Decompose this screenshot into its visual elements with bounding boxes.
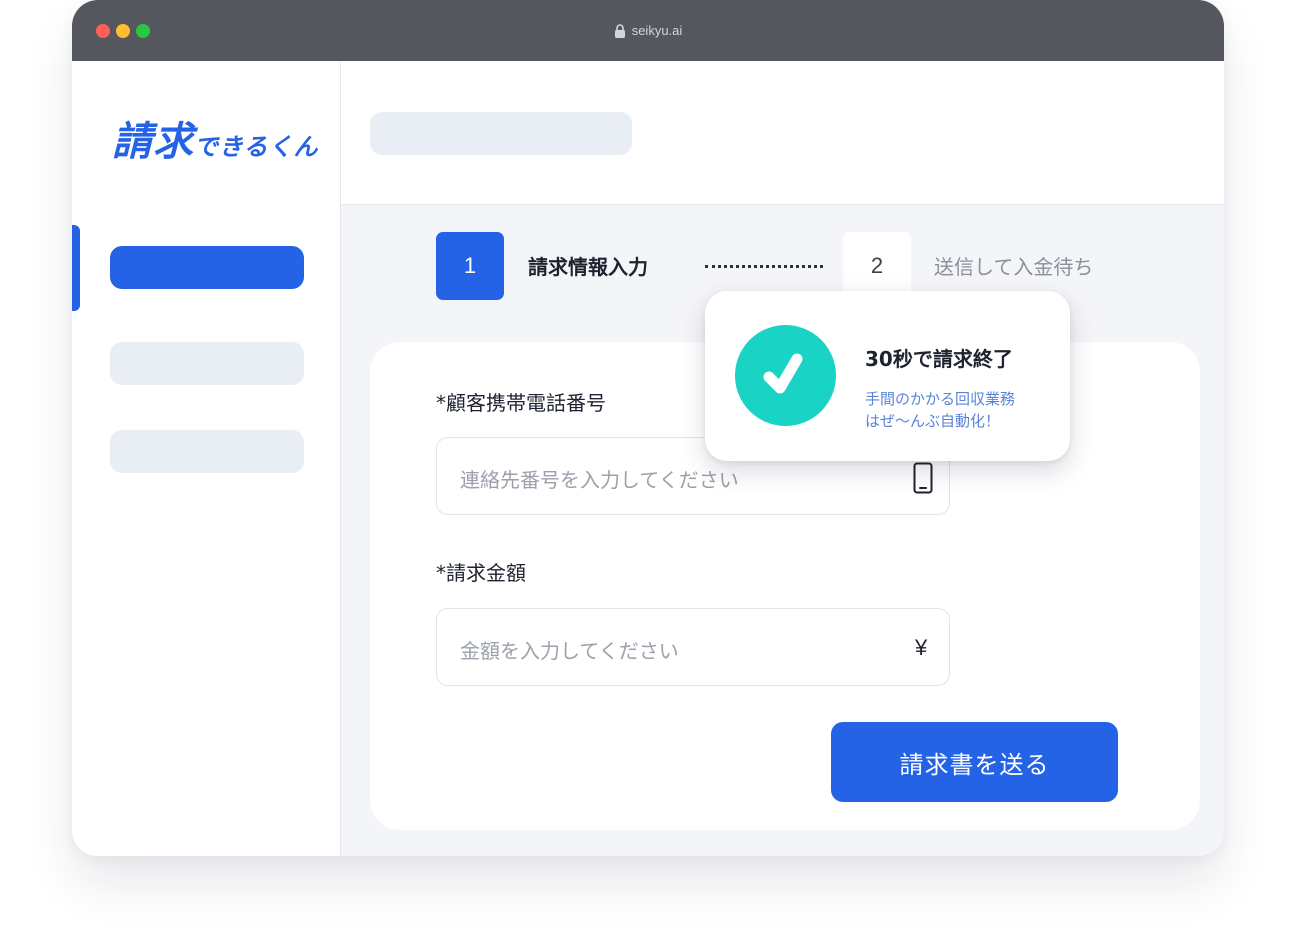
step-2-number: 2: [843, 232, 911, 300]
app-logo[interactable]: 請求できるくん: [112, 109, 319, 167]
step-2-label: 送信して入金待ち: [934, 255, 1094, 279]
amount-field-label: *請求金額: [436, 561, 526, 585]
header-placeholder: [370, 112, 632, 155]
yen-icon: ¥: [915, 635, 928, 660]
top-header: [341, 61, 1224, 205]
sidebar-item-3[interactable]: [110, 430, 304, 473]
active-nav-indicator: [72, 225, 80, 311]
lock-icon: [614, 23, 625, 38]
logo-main-text: 請求: [112, 119, 194, 165]
toast-title: 30秒で請求終了: [865, 347, 1013, 371]
url-text: seikyu.ai: [631, 23, 683, 38]
success-toast: 30秒で請求終了 手間のかかる回収業務 はぜ〜んぶ自動化！: [705, 291, 1070, 461]
browser-titlebar: seikyu.ai: [72, 0, 1224, 61]
phone-field-label: *顧客携帯電話番号: [436, 391, 606, 415]
logo-rest-text: できるくん: [194, 133, 319, 161]
success-check-badge: [735, 325, 836, 426]
sidebar: 請求できるくん: [72, 61, 341, 856]
amount-input-placeholder: 金額を入力してください: [460, 639, 679, 663]
step-1-label: 請求情報入力: [528, 255, 648, 279]
amount-input[interactable]: 金額を入力してください ¥: [436, 608, 950, 686]
sidebar-item-2[interactable]: [110, 342, 304, 385]
send-invoice-button[interactable]: 請求書を送る: [831, 722, 1118, 802]
sidebar-item-active[interactable]: [110, 246, 304, 289]
toast-line-1: 手間のかかる回収業務: [865, 390, 1016, 408]
step-connector: [705, 265, 823, 268]
checkmark-icon: [763, 353, 803, 394]
phone-input-placeholder: 連絡先番号を入力してください: [460, 468, 739, 492]
address-bar[interactable]: seikyu.ai: [72, 0, 1224, 61]
toast-line-2: はぜ〜んぶ自動化！: [865, 412, 1001, 430]
step-1-number: 1: [436, 232, 504, 300]
smartphone-icon: [913, 462, 933, 494]
